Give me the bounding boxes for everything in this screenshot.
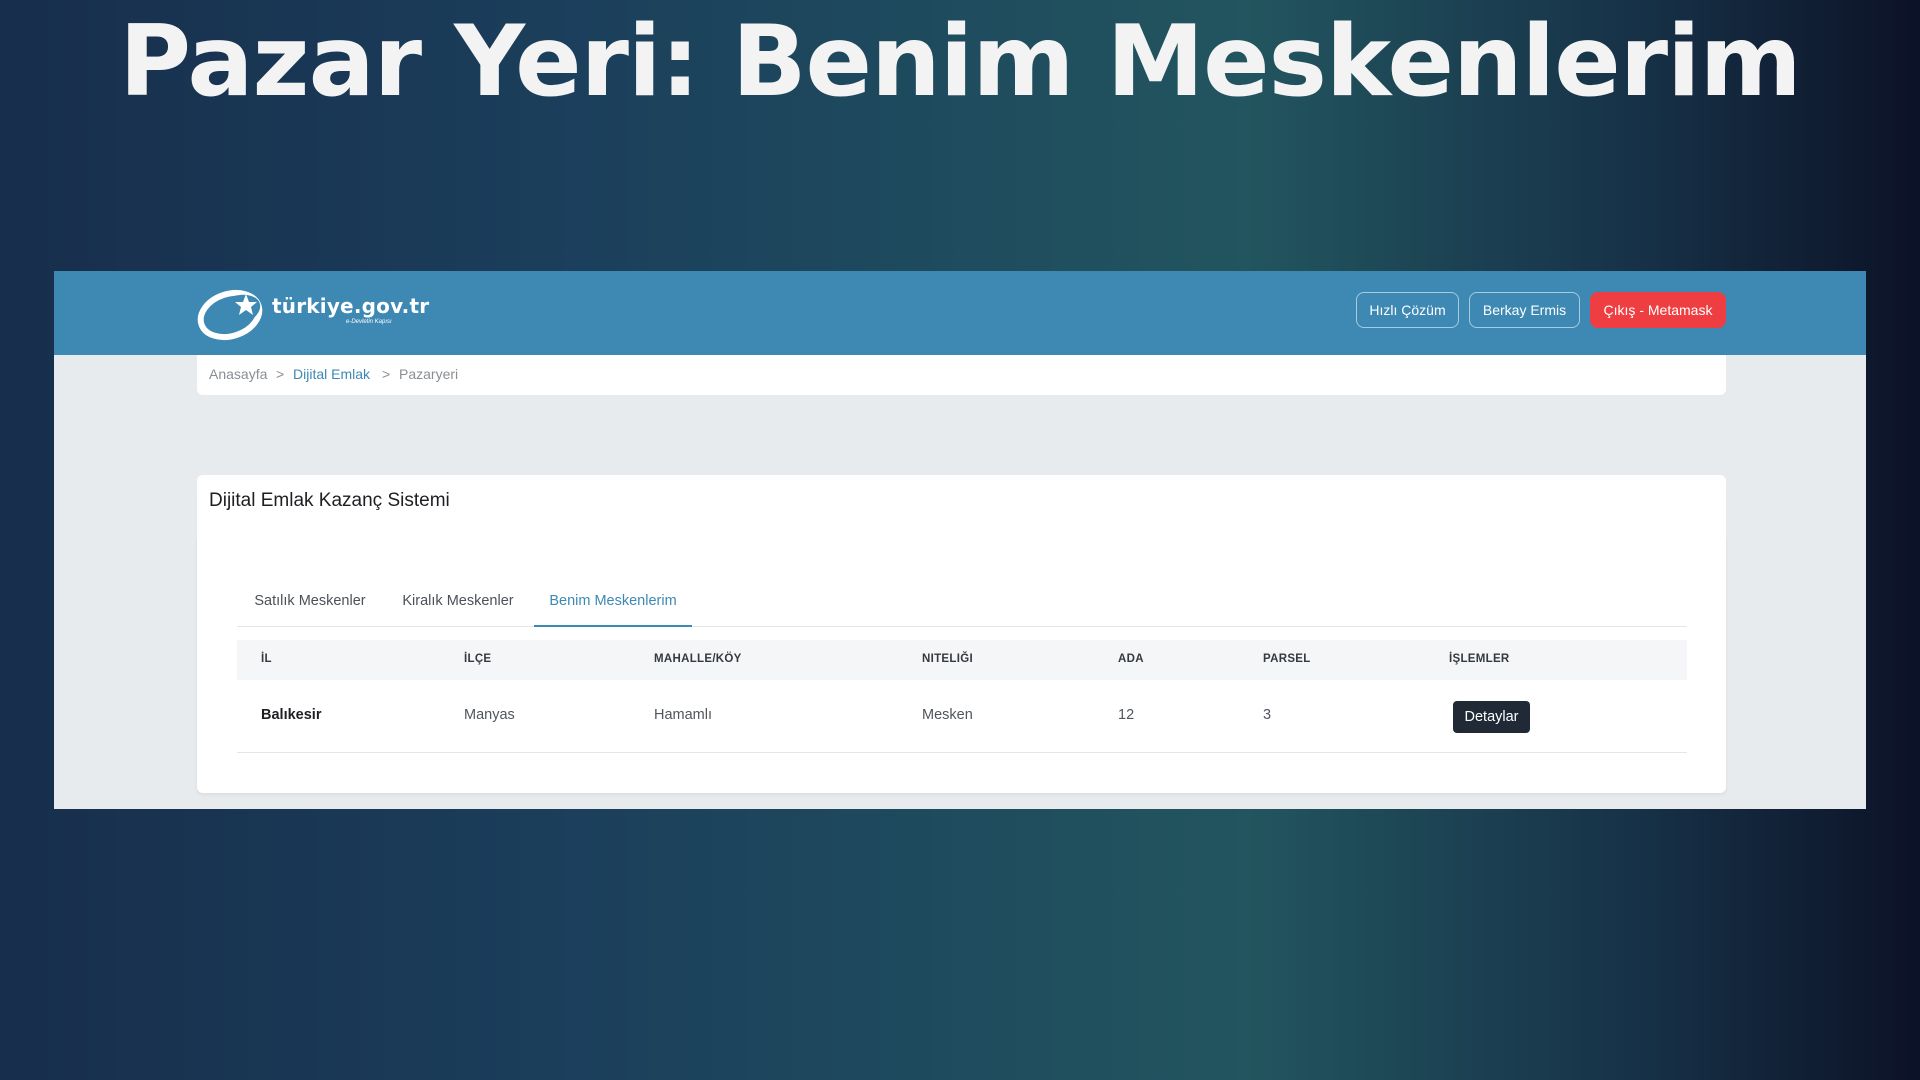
cell-il: Balıkesir — [261, 707, 322, 723]
breadcrumb-separator: > — [382, 366, 391, 382]
cell-ilce: Manyas — [464, 707, 515, 723]
details-button[interactable]: Detaylar — [1453, 701, 1530, 733]
browser-screenshot: türkiye.gov.tr e-Devletin Kapısı Hızlı Ç… — [54, 271, 1866, 809]
column-header-il: İL — [261, 653, 272, 665]
column-header-islemler: İŞLEMLER — [1449, 653, 1510, 665]
column-header-niteligi: NITELIĞI — [922, 653, 973, 665]
slide-title: Pazar Yeri: Benim Meskenlerim — [119, 5, 1802, 119]
user-profile-button[interactable]: Berkay Ermis — [1469, 292, 1580, 328]
cell-ada: 12 — [1118, 707, 1135, 723]
table-row: Balıkesir Manyas Hamamlı Mesken 12 3 Det… — [237, 680, 1687, 753]
tab-bar: Satılık Meskenler Kiralık Meskenler Beni… — [237, 577, 1687, 627]
table-header: İL İLÇE MAHALLE/KÖY NITELIĞI ADA PARSEL … — [237, 640, 1687, 680]
breadcrumb: Anasayfa > Dijital Emlak > Pazaryeri — [197, 355, 1726, 395]
breadcrumb-separator: > — [276, 366, 285, 382]
logout-metamask-button[interactable]: Çıkış - Metamask — [1590, 292, 1726, 328]
top-navbar: türkiye.gov.tr e-Devletin Kapısı Hızlı Ç… — [54, 271, 1866, 355]
breadcrumb-current: Pazaryeri — [399, 366, 459, 382]
cell-parsel: 3 — [1263, 707, 1272, 723]
card-body: Satılık Meskenler Kiralık Meskenler Beni… — [197, 537, 1726, 793]
column-header-ilce: İLÇE — [464, 653, 492, 665]
breadcrumb-dijital-emlak[interactable]: Dijital Emlak — [293, 366, 370, 382]
crescent-star-icon — [197, 289, 263, 341]
column-header-parsel: PARSEL — [1263, 653, 1311, 665]
column-header-ada: ADA — [1118, 653, 1144, 665]
turkiye-gov-logo[interactable]: türkiye.gov.tr e-Devletin Kapısı — [196, 282, 436, 342]
tab-kiralik-meskenler[interactable]: Kiralık Meskenler — [388, 577, 528, 625]
column-header-mahalle: MAHALLE/KÖY — [654, 653, 742, 665]
cell-mahalle: Hamamlı — [654, 707, 713, 723]
quick-solution-button[interactable]: Hızlı Çözüm — [1356, 292, 1459, 328]
tab-satilik-meskenler[interactable]: Satılık Meskenler — [237, 577, 383, 625]
card-header: Dijital Emlak Kazanç Sistemi — [197, 475, 1726, 537]
logo-text: türkiye.gov.tr — [272, 294, 430, 318]
cell-niteligi: Mesken — [922, 707, 973, 723]
logo-tagline: e-Devletin Kapısı — [346, 319, 392, 325]
card-title: Dijital Emlak Kazanç Sistemi — [209, 490, 450, 511]
tab-benim-meskenlerim[interactable]: Benim Meskenlerim — [534, 577, 692, 627]
breadcrumb-home[interactable]: Anasayfa — [209, 366, 267, 382]
